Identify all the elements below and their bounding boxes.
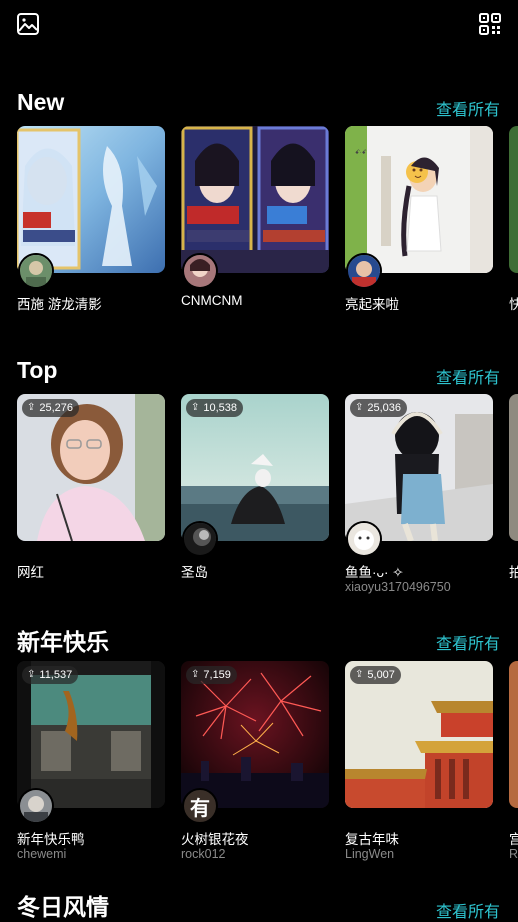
card-name: 圣岛 (181, 565, 208, 580)
card-row-new: 西施 游龙清影 CNMCNM ꗃ·ꗃ 亮起来啦 快 (0, 126, 518, 316)
avatar (182, 253, 218, 289)
avatar (346, 253, 382, 289)
use-count-badge: ⇪ 25,036 (350, 399, 408, 417)
card-row-top: ⇪ 25,276 网红 ⇪ 10,538 圣岛 ⇪ 25,036 鱼鱼·ᴗ· ✧… (0, 394, 518, 602)
use-count-badge: ⇪ 25,276 (22, 399, 80, 417)
upload-icon: ⇪ (191, 402, 200, 413)
section-title: 新年快乐 (17, 629, 109, 655)
card-username: xiaoyu3170496750 (345, 580, 451, 594)
see-all-link[interactable]: 查看所有 (436, 364, 500, 388)
card-image: ꗃ·ꗃ (345, 126, 493, 273)
card-username: chewemi (17, 847, 67, 861)
see-all-link[interactable]: 查看所有 (436, 630, 500, 654)
card-name: 快 (509, 297, 518, 312)
use-count-badge: ⇪ 5,007 (350, 666, 401, 684)
card-name: 网红 (17, 565, 44, 580)
upload-icon: ⇪ (355, 669, 364, 680)
image-icon[interactable] (16, 12, 40, 36)
card-name: 西施 游龙清影 (17, 297, 102, 312)
qr-code-icon[interactable] (478, 12, 502, 36)
card-row-new-year: ⇪ 11,537 新年快乐鸭 chewemi ⇪ 7,159 有 火树银花夜 r… (0, 661, 518, 867)
card-name: 复古年味 (345, 832, 399, 847)
section-title: 冬日风情 (17, 894, 109, 920)
upload-icon: ⇪ (355, 402, 364, 413)
use-count-badge: ⇪ 11,537 (22, 666, 79, 684)
use-count-badge: ⇪ 10,538 (186, 399, 244, 417)
card-name: 亮起来啦 (345, 297, 399, 312)
card-name: 宫 (509, 832, 518, 847)
section-title: New (17, 89, 65, 115)
card-image (509, 126, 518, 273)
card-name: 新年快乐鸭 (17, 832, 85, 847)
see-all-link[interactable]: 查看所有 (436, 96, 500, 120)
avatar (18, 253, 54, 289)
card-image (17, 126, 165, 273)
card-image (181, 126, 329, 273)
use-count-badge: ⇪ 7,159 (186, 666, 237, 684)
card-name: 火树银花夜 (181, 832, 249, 847)
card-name: CNMCNM (181, 293, 243, 308)
avatar: 有 (182, 788, 218, 824)
card-image (509, 394, 518, 541)
card-username: rock012 (181, 847, 226, 861)
avatar (18, 788, 54, 824)
upload-icon: ⇪ (27, 669, 36, 680)
card-username: R (509, 847, 518, 861)
card-name: 鱼鱼·ᴗ· ✧ (345, 565, 404, 580)
svg-text:ꗃ·ꗃ: ꗃ·ꗃ (355, 149, 367, 156)
see-all-link[interactable]: 查看所有 (436, 898, 500, 922)
upload-icon: ⇪ (191, 669, 200, 680)
card-image (509, 661, 518, 808)
avatar (346, 521, 382, 557)
card-username: LingWen (345, 847, 395, 861)
section-title: Top (17, 357, 58, 383)
card-name: 拍 (509, 565, 518, 580)
avatar (182, 521, 218, 557)
upload-icon: ⇪ (27, 402, 36, 413)
top-bar (0, 0, 518, 50)
